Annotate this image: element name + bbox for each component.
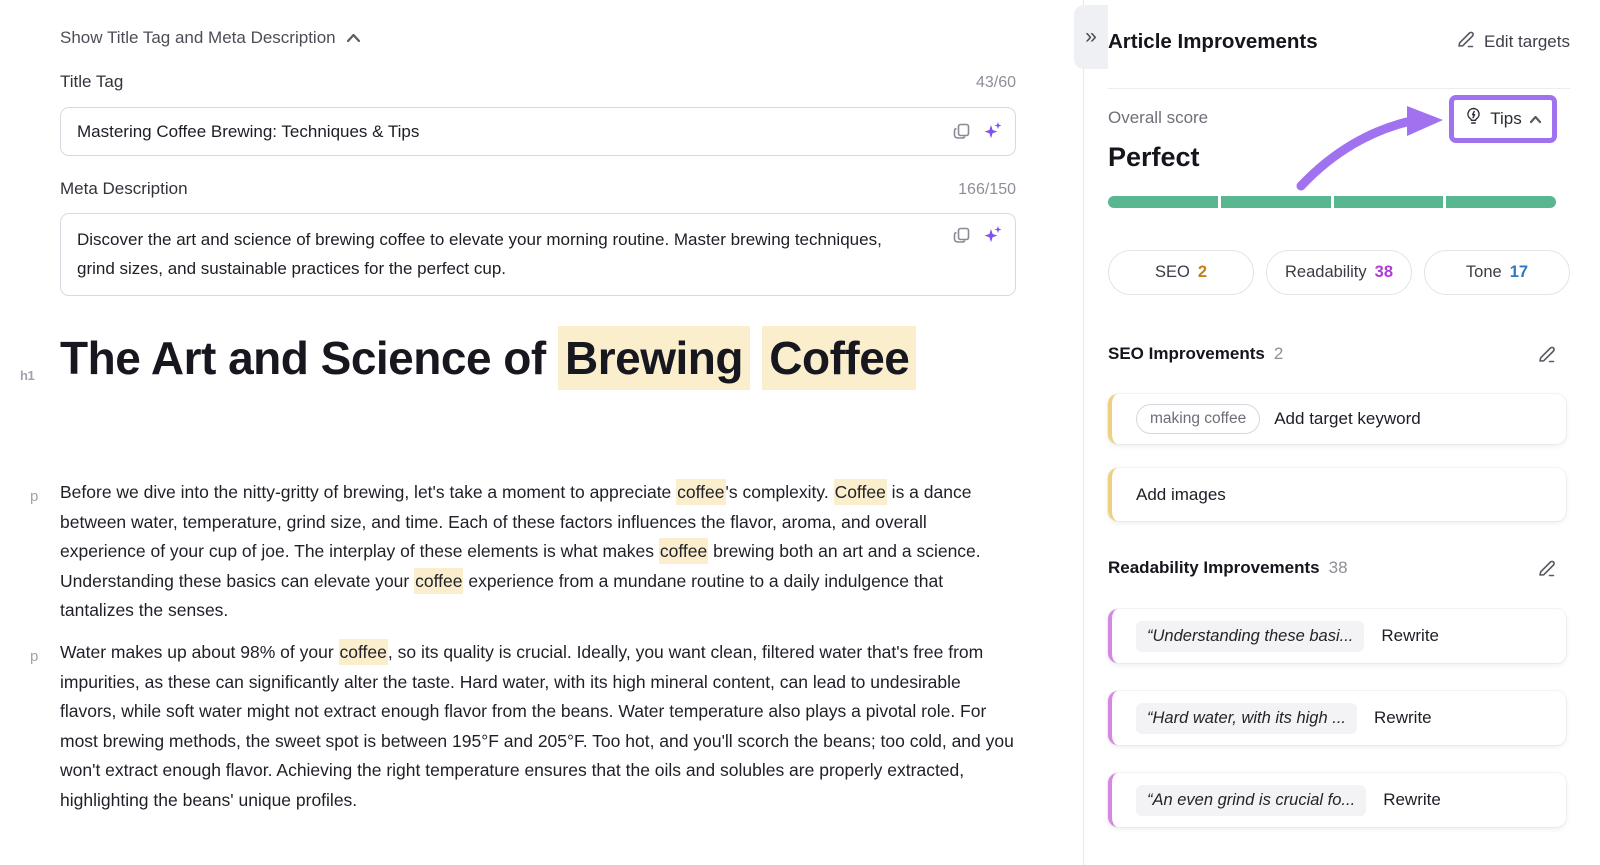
- text-segment: , so its quality is crucial. Ideally, yo…: [60, 642, 1014, 810]
- improvement-label: Add target keyword: [1274, 409, 1420, 429]
- tone-score-pill[interactable]: Tone 17: [1424, 250, 1570, 295]
- ai-sparkle-icon: [983, 129, 1003, 144]
- chevron-up-icon: [1529, 109, 1542, 129]
- readability-score-pill[interactable]: Readability 38: [1266, 250, 1412, 295]
- pill-label: Readability: [1285, 263, 1367, 282]
- meta-description-input[interactable]: Discover the art and science of brewing …: [61, 214, 1015, 295]
- overall-score-label: Overall score: [1108, 108, 1208, 128]
- block-tag-label: h1: [20, 343, 34, 409]
- pencil-icon: [1456, 30, 1475, 54]
- block-tag-label: p: [30, 642, 38, 672]
- article-heading[interactable]: h1 The Art and Science of Brewing Coffee: [60, 325, 965, 391]
- block-tag-label: p: [30, 482, 38, 512]
- readability-improvement-card[interactable]: “Hard water, with its high ... Rewrite: [1108, 691, 1566, 745]
- article-paragraph[interactable]: p Before we dive into the nitty-gritty o…: [60, 478, 1016, 626]
- copy-icon: [952, 129, 971, 144]
- pill-value: 17: [1510, 263, 1528, 282]
- article-paragraph[interactable]: p Water makes up about 98% of your coffe…: [60, 638, 1016, 815]
- score-bar: [1108, 196, 1556, 208]
- meta-description-field: Discover the art and science of brewing …: [60, 213, 1016, 296]
- highlighted-keyword: coffee: [414, 568, 463, 594]
- meta-toggle[interactable]: Show Title Tag and Meta Description: [60, 28, 361, 48]
- score-bar-segment: [1334, 196, 1444, 208]
- text-segment: Before we dive into the nitty-gritty of …: [60, 482, 676, 502]
- edit-readability-button[interactable]: [1537, 559, 1556, 578]
- readability-improvements-count: 38: [1329, 558, 1348, 578]
- pencil-icon: [1537, 566, 1556, 581]
- improvement-label: Add images: [1136, 485, 1226, 505]
- score-bar-segment: [1108, 196, 1218, 208]
- readability-improvements-title: Readability Improvements: [1108, 558, 1320, 578]
- sentence-snippet: “Understanding these basi...: [1136, 621, 1364, 652]
- edit-seo-button[interactable]: [1537, 345, 1556, 364]
- highlighted-keyword: Coffee: [834, 479, 887, 505]
- keyword-chip: making coffee: [1136, 404, 1260, 434]
- seo-improvements-count: 2: [1274, 344, 1283, 364]
- score-bar-segment: [1446, 196, 1556, 208]
- highlighted-keyword: Coffee: [762, 326, 916, 390]
- overall-score-value: Perfect: [1108, 142, 1200, 173]
- copy-icon: [952, 233, 971, 248]
- annotation-arrow: [1293, 104, 1453, 194]
- highlighted-keyword: Brewing: [558, 326, 750, 390]
- pencil-icon: [1537, 352, 1556, 367]
- seo-improvement-card[interactable]: Add images: [1108, 468, 1566, 521]
- tips-button[interactable]: Tips: [1460, 105, 1546, 133]
- title-tag-label: Title Tag: [60, 72, 123, 92]
- meta-description-counter: 166/150: [958, 181, 1016, 199]
- text-segment: Water makes up about 98% of your: [60, 642, 339, 662]
- seo-improvement-card[interactable]: making coffee Add target keyword: [1108, 394, 1566, 444]
- lightbulb-icon: [1464, 107, 1483, 131]
- seo-score-pill[interactable]: SEO 2: [1108, 250, 1254, 295]
- title-tag-counter: 43/60: [976, 74, 1016, 92]
- ai-sparkle-icon: [983, 233, 1003, 248]
- copy-button[interactable]: [952, 122, 971, 141]
- sentence-snippet: “Hard water, with its high ...: [1136, 703, 1357, 734]
- chevron-up-icon: [346, 28, 361, 48]
- tips-annotation-box: Tips: [1449, 95, 1557, 143]
- pill-value: 38: [1375, 263, 1393, 282]
- seo-improvements-title: SEO Improvements: [1108, 344, 1265, 364]
- rewrite-button[interactable]: Rewrite: [1374, 708, 1432, 728]
- edit-targets-button[interactable]: Edit targets: [1456, 30, 1570, 54]
- rewrite-button[interactable]: Rewrite: [1381, 626, 1439, 646]
- article-improvements-panel: » Article Improvements Edit targets Over…: [1083, 0, 1600, 865]
- pill-value: 2: [1198, 263, 1207, 282]
- collapse-panel-button[interactable]: »: [1074, 5, 1108, 69]
- double-chevron-right-icon: »: [1085, 25, 1097, 49]
- text-segment: 's complexity.: [726, 482, 834, 502]
- title-tag-input[interactable]: [61, 108, 1015, 155]
- highlighted-keyword: coffee: [659, 538, 708, 564]
- title-tag-field: [60, 107, 1016, 156]
- pill-label: SEO: [1155, 263, 1190, 282]
- text-segment: The Art and Science of: [60, 332, 558, 384]
- highlighted-keyword: coffee: [339, 639, 388, 665]
- readability-improvement-card[interactable]: “An even grind is crucial fo... Rewrite: [1108, 773, 1566, 827]
- score-bar-segment: [1221, 196, 1331, 208]
- panel-title: Article Improvements: [1108, 30, 1318, 54]
- meta-description-label: Meta Description: [60, 179, 188, 199]
- ai-rewrite-button[interactable]: [983, 121, 1003, 141]
- copy-button[interactable]: [952, 226, 971, 245]
- tips-label: Tips: [1490, 109, 1522, 129]
- ai-rewrite-button[interactable]: [983, 225, 1003, 245]
- pill-label: Tone: [1466, 263, 1502, 282]
- article-editor: Show Title Tag and Meta Description Titl…: [0, 0, 1083, 865]
- sentence-snippet: “An even grind is crucial fo...: [1136, 785, 1366, 816]
- readability-improvement-card[interactable]: “Understanding these basi... Rewrite: [1108, 609, 1566, 663]
- meta-toggle-label: Show Title Tag and Meta Description: [60, 28, 336, 48]
- edit-targets-label: Edit targets: [1484, 32, 1570, 52]
- text-segment: [750, 332, 762, 384]
- divider: [1108, 88, 1570, 89]
- highlighted-keyword: coffee: [676, 479, 725, 505]
- rewrite-button[interactable]: Rewrite: [1383, 790, 1441, 810]
